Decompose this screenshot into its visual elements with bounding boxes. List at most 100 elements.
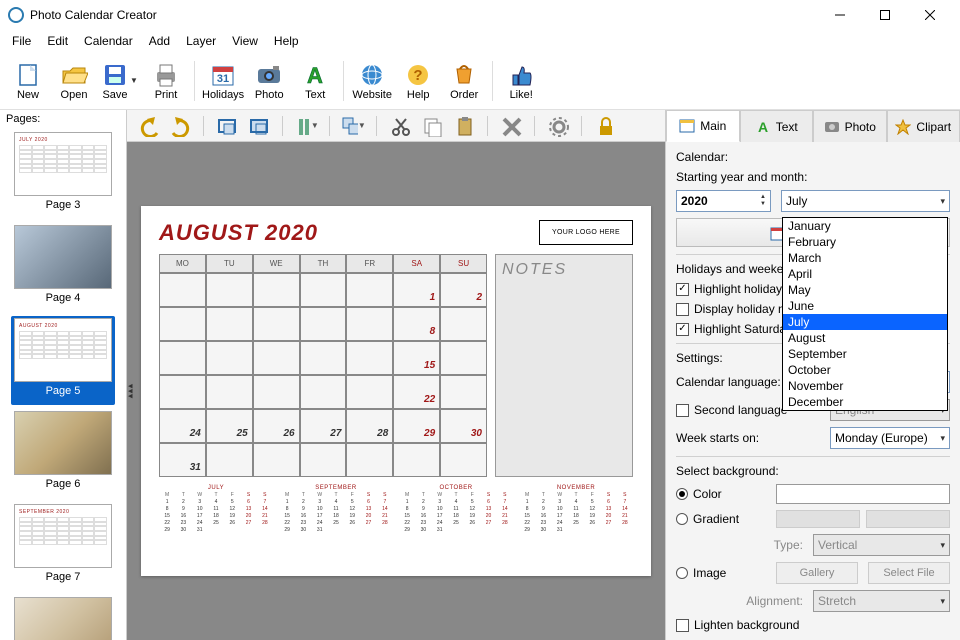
month-option[interactable]: January [783,218,947,234]
month-option[interactable]: August [783,330,947,346]
minimize-button[interactable] [817,1,862,29]
holidays-button[interactable]: 31Holidays [201,54,245,108]
calendar-cell[interactable] [440,307,487,341]
cut-button[interactable] [387,113,413,139]
gear-button[interactable] [545,113,571,139]
calendar-cell[interactable]: 28 [346,409,393,443]
calendar-cell[interactable] [253,273,300,307]
page-thumb[interactable]: SEPTEMBER 2020Page 7 [11,502,115,591]
month-option[interactable]: July [783,314,947,330]
calendar-cell[interactable]: 22 [393,375,440,409]
calendar-cell[interactable]: 25 [206,409,253,443]
calendar-cell[interactable]: 1 [393,273,440,307]
page-thumb[interactable]: AUGUST 2020Page 5 [11,316,115,405]
tab-photo[interactable]: Photo [813,110,887,142]
calendar-cell[interactable] [253,375,300,409]
menu-help[interactable]: Help [266,32,307,50]
website-button[interactable]: Website [350,54,394,108]
calendar-cell[interactable]: 27 [300,409,347,443]
tab-text[interactable]: AText [740,110,814,142]
copy-button[interactable] [419,113,445,139]
save-button[interactable]: Save▼ [98,54,142,108]
delete-button[interactable] [498,113,524,139]
calendar-cell[interactable] [346,341,393,375]
month-select[interactable]: July▾ [781,190,950,212]
month-option[interactable]: April [783,266,947,282]
calendar-cell[interactable] [346,443,393,477]
calendar-cell[interactable] [253,443,300,477]
calendar-grid[interactable]: MOTUWETHFRSASU 12815222425262728293031 [159,254,487,477]
calendar-cell[interactable]: 29 [393,409,440,443]
canvas-viewport[interactable]: ◂◂◂ AUGUST 2020 YOUR LOGO HERE MOTUWETHF… [127,142,665,640]
calendar-cell[interactable]: 15 [393,341,440,375]
maximize-button[interactable] [862,1,907,29]
calendar-cell[interactable] [300,307,347,341]
calendar-cell[interactable] [440,341,487,375]
calendar-cell[interactable] [440,375,487,409]
logo-placeholder[interactable]: YOUR LOGO HERE [539,220,633,245]
menu-calendar[interactable]: Calendar [76,32,141,50]
calendar-cell[interactable] [346,375,393,409]
calendar-cell[interactable] [159,341,206,375]
month-option[interactable]: December [783,394,947,410]
month-option[interactable]: May [783,282,947,298]
calendar-cell[interactable] [393,443,440,477]
redo-button[interactable] [167,113,193,139]
calendar-cell[interactable] [346,307,393,341]
calendar-cell[interactable]: 8 [393,307,440,341]
photo-button[interactable]: Photo [247,54,291,108]
bg-color-swatch[interactable] [776,484,950,504]
calendar-cell[interactable] [159,375,206,409]
close-button[interactable] [907,1,952,29]
calendar-cell[interactable] [253,341,300,375]
month-option[interactable]: November [783,378,947,394]
calendar-cell[interactable] [159,307,206,341]
calendar-cell[interactable] [206,375,253,409]
menu-file[interactable]: File [4,32,39,50]
month-option[interactable]: June [783,298,947,314]
month-option[interactable]: October [783,362,947,378]
calendar-cell[interactable] [300,443,347,477]
week-starts-select[interactable]: Monday (Europe)▾ [830,427,950,449]
bg-image-radio[interactable]: Image [676,566,766,580]
calendar-cell[interactable]: 2 [440,273,487,307]
menu-add[interactable]: Add [141,32,178,50]
help-button[interactable]: ?Help [396,54,440,108]
menu-view[interactable]: View [224,32,266,50]
page-thumb[interactable] [11,595,115,640]
paste-button[interactable] [451,113,477,139]
calendar-cell[interactable] [206,443,253,477]
bg-gradient-radio[interactable]: Gradient [676,512,766,526]
calendar-cell[interactable]: 30 [440,409,487,443]
page-preview[interactable]: AUGUST 2020 YOUR LOGO HERE MOTUWETHFRSAS… [141,206,651,576]
lock-button[interactable] [592,113,618,139]
month-option[interactable]: March [783,250,947,266]
calendar-cell[interactable] [300,375,347,409]
bg-color-radio[interactable]: Color [676,487,766,501]
calendar-cell[interactable] [206,341,253,375]
like-button[interactable]: Like! [499,54,543,108]
group-button[interactable]: ▼ [340,113,366,139]
menu-edit[interactable]: Edit [39,32,76,50]
calendar-cell[interactable]: 26 [253,409,300,443]
month-option[interactable]: February [783,234,947,250]
text-button[interactable]: AAText [293,54,337,108]
notes-box[interactable]: NOTES [495,254,633,477]
calendar-cell[interactable] [300,341,347,375]
calendar-cell[interactable]: 31 [159,443,206,477]
calendar-cell[interactable] [159,273,206,307]
order-button[interactable]: Order [442,54,486,108]
page-thumb[interactable]: JULY 2020Page 3 [11,130,115,219]
menu-layer[interactable]: Layer [178,32,224,50]
tab-clipart[interactable]: Clipart [887,110,960,142]
print-button[interactable]: Print [144,54,188,108]
new-button[interactable]: New [6,54,50,108]
rect-b-button[interactable] [246,113,272,139]
calendar-cell[interactable] [206,307,253,341]
calendar-cell[interactable] [206,273,253,307]
month-option[interactable]: September [783,346,947,362]
tab-main[interactable]: Main [666,110,740,142]
open-button[interactable]: Open [52,54,96,108]
lighten-background-checkbox[interactable]: Lighten background [676,618,950,632]
undo-button[interactable] [135,113,161,139]
